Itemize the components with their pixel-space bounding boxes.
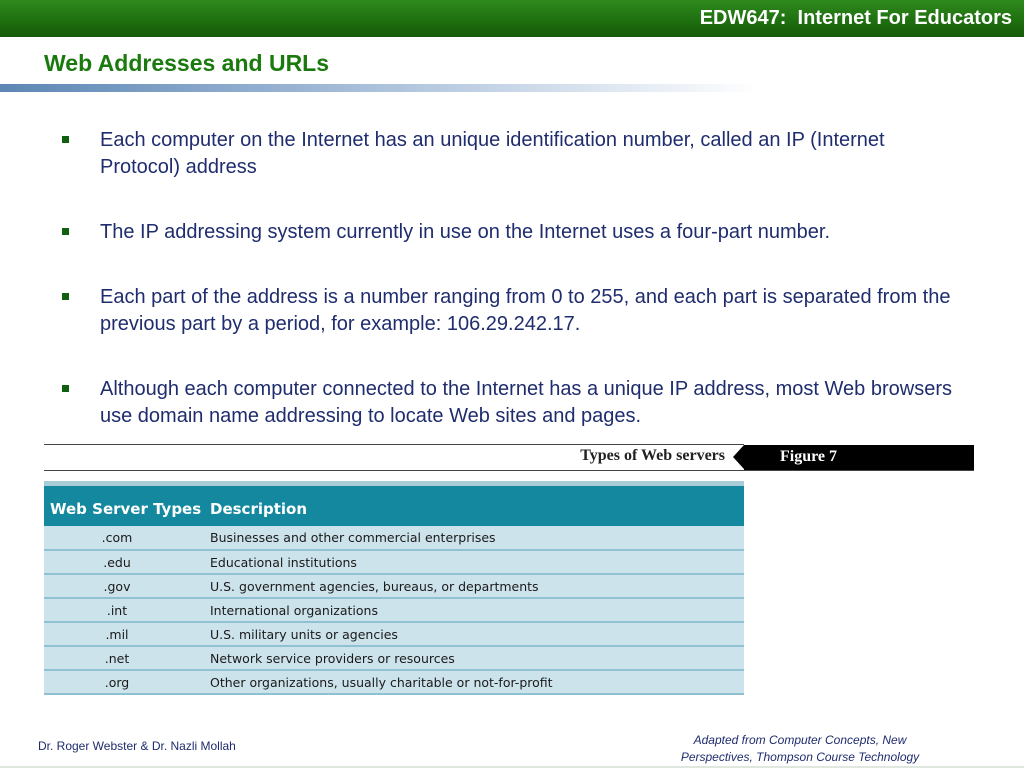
figure-caption: Types of Web servers [580,447,725,464]
square-bullet-icon [62,293,69,300]
table-row: .int International organizations [44,598,744,623]
description-cell: U.S. military units or agencies [204,622,744,647]
bullet-item: Each computer on the Internet has an uni… [62,127,962,181]
description-cell: Businesses and other commercial enterpri… [204,526,744,551]
table-row: .mil U.S. military units or agencies [44,622,744,647]
table-row: .edu Educational institutions [44,550,744,575]
bullet-item: Although each computer connected to the … [62,376,962,430]
description-cell: International organizations [204,598,744,623]
bullet-list: Each computer on the Internet has an uni… [62,127,962,468]
title-underline [0,84,760,92]
footer-source: Adapted from Computer Concepts, New Pers… [640,732,960,766]
server-type-cell: .org [44,670,204,695]
server-type-cell: .int [44,598,204,623]
server-type-cell: .com [44,526,204,551]
slide-title: Web Addresses and URLs [44,50,330,76]
description-cell: Educational institutions [204,550,744,575]
bullet-item: Each part of the address is a number ran… [62,284,962,338]
bullet-text: Each computer on the Internet has an uni… [100,129,885,178]
figure-rule-bottom [44,470,974,471]
figure-rule-top [44,444,744,445]
figure-label-box: Figure 7 [744,445,974,470]
square-bullet-icon [62,385,69,392]
square-bullet-icon [62,228,69,235]
bullet-text: The IP addressing system currently in us… [100,221,831,243]
server-type-cell: .gov [44,574,204,599]
server-type-cell: .edu [44,550,204,575]
bullet-text: Although each computer connected to the … [100,378,952,427]
description-cell: U.S. government agencies, bureaus, or de… [204,574,744,599]
footer-source-line: Perspectives, Thompson Course Technology [680,750,920,764]
footer-source-line: Adapted from Computer Concepts, New [693,733,907,747]
description-cell: Network service providers or resources [204,646,744,671]
description-cell: Other organizations, usually charitable … [204,670,744,695]
table-row: .net Network service providers or resour… [44,646,744,671]
server-type-cell: .mil [44,622,204,647]
footer-authors: Dr. Roger Webster & Dr. Nazli Mollah [38,739,236,753]
column-header-description: Description [204,486,744,526]
figure-label-arrow-icon [733,445,744,469]
square-bullet-icon [62,136,69,143]
header-bar: EDW647: Internet For Educators [0,0,1024,37]
table-row: .org Other organizations, usually charit… [44,670,744,695]
course-title: EDW647: Internet For Educators [699,7,1012,29]
table-header-row: Web Server Types Description [44,486,744,526]
web-server-types-table: Web Server Types Description .com Busine… [44,486,744,695]
bullet-item: The IP addressing system currently in us… [62,219,962,246]
table-row: .com Businesses and other commercial ent… [44,526,744,551]
figure-label: Figure 7 [780,448,838,465]
table-row: .gov U.S. government agencies, bureaus, … [44,574,744,599]
server-type-cell: .net [44,646,204,671]
column-header-type: Web Server Types [44,486,204,526]
bullet-text: Each part of the address is a number ran… [100,286,951,335]
